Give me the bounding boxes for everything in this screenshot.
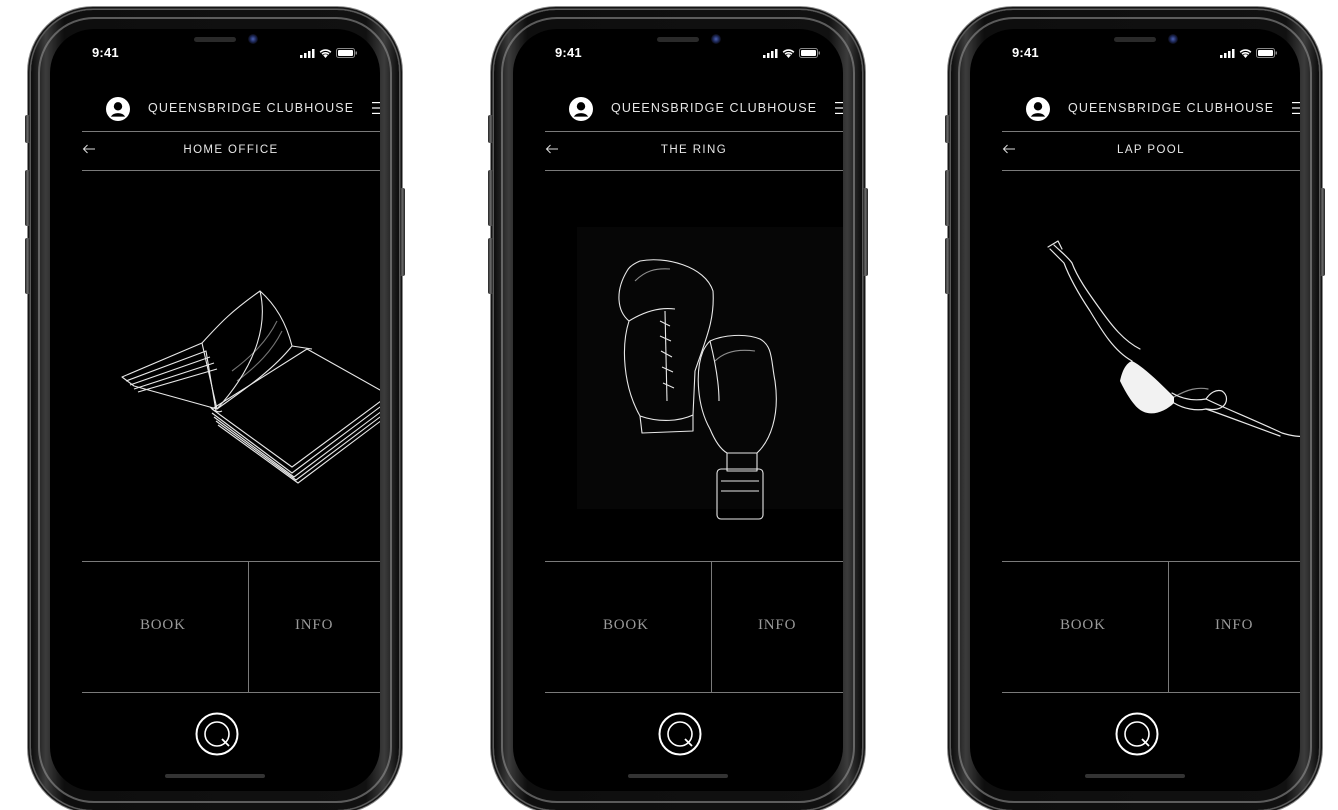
info-label: INFO xyxy=(295,617,334,633)
cellular-signal-icon xyxy=(763,48,778,58)
cellular-signal-icon xyxy=(300,48,315,58)
speaker xyxy=(1114,37,1156,42)
status-time: 9:41 xyxy=(1012,45,1039,60)
mute-switch xyxy=(25,115,30,143)
front-camera xyxy=(1168,34,1178,44)
info-label: INFO xyxy=(758,617,797,633)
phone-lap-pool: 9:41 QUEENSBRIDGE CLUBHOUSE LAP POOL BOO… xyxy=(945,10,1325,810)
wifi-icon xyxy=(319,49,332,58)
app-header: QUEENSBRIDGE CLUBHOUSE xyxy=(82,87,380,132)
power-button xyxy=(863,188,868,276)
status-bar: 9:41 xyxy=(92,45,358,63)
home-indicator[interactable] xyxy=(165,774,265,778)
status-bar: 9:41 xyxy=(555,45,821,63)
speaker xyxy=(657,37,699,42)
mute-switch xyxy=(488,115,493,143)
hamburger-menu-icon[interactable] xyxy=(372,102,380,114)
info-button[interactable]: INFO xyxy=(712,562,843,692)
boxing-gloves-illustration xyxy=(577,227,843,520)
speaker xyxy=(194,37,236,42)
volume-down-button xyxy=(25,238,30,294)
wifi-icon xyxy=(782,49,795,58)
phone-home-office: 9:41 QUEENSBRIDGE CLUBHOUSE HOME OFFICE xyxy=(25,10,405,810)
cellular-signal-icon xyxy=(1220,48,1235,58)
book-button[interactable]: BOOK xyxy=(82,562,248,692)
action-bar: BOOK INFO xyxy=(1002,561,1300,693)
profile-avatar-icon[interactable] xyxy=(106,97,130,121)
hamburger-menu-icon[interactable] xyxy=(1292,102,1300,114)
profile-avatar-icon[interactable] xyxy=(569,97,593,121)
book-button[interactable]: BOOK xyxy=(545,562,711,692)
volume-up-button xyxy=(945,170,950,226)
home-indicator[interactable] xyxy=(628,774,728,778)
section-title: HOME OFFICE xyxy=(183,144,279,156)
mute-switch xyxy=(945,115,950,143)
diver-illustration xyxy=(1047,240,1300,437)
screen: 9:41 QUEENSBRIDGE CLUBHOUSE HOME OFFICE xyxy=(50,29,380,791)
section-header: HOME OFFICE xyxy=(82,132,380,171)
volume-up-button xyxy=(488,170,493,226)
volume-down-button xyxy=(945,238,950,294)
volume-up-button xyxy=(25,170,30,226)
section-title: THE RING xyxy=(660,144,728,156)
info-button[interactable]: INFO xyxy=(249,562,380,692)
power-button xyxy=(1320,188,1325,276)
volume-down-button xyxy=(488,238,493,294)
queensbridge-logo-icon[interactable] xyxy=(1115,712,1159,756)
status-bar: 9:41 xyxy=(1012,45,1278,63)
book-label: BOOK xyxy=(603,617,649,633)
section-header: THE RING xyxy=(545,132,843,171)
section-header: LAP POOL xyxy=(1002,132,1300,171)
power-button xyxy=(400,188,405,276)
hamburger-menu-icon[interactable] xyxy=(835,102,843,114)
app-header: QUEENSBRIDGE CLUBHOUSE xyxy=(545,87,843,132)
profile-avatar-icon[interactable] xyxy=(1026,97,1050,121)
section-title: LAP POOL xyxy=(1117,144,1185,156)
club-name: QUEENSBRIDGE CLUBHOUSE xyxy=(611,101,818,115)
screen: 9:41 QUEENSBRIDGE CLUBHOUSE THE RING BOO… xyxy=(513,29,843,791)
queensbridge-logo-icon[interactable] xyxy=(658,712,702,756)
phone-the-ring: 9:41 QUEENSBRIDGE CLUBHOUSE THE RING BOO… xyxy=(488,10,868,810)
status-time: 9:41 xyxy=(555,45,582,60)
battery-icon xyxy=(799,48,820,58)
battery-icon xyxy=(336,48,357,58)
app-header: QUEENSBRIDGE CLUBHOUSE xyxy=(1002,87,1300,132)
club-name: QUEENSBRIDGE CLUBHOUSE xyxy=(148,101,355,115)
queensbridge-logo-icon[interactable] xyxy=(195,712,239,756)
info-button[interactable]: INFO xyxy=(1169,562,1300,692)
screen: 9:41 QUEENSBRIDGE CLUBHOUSE LAP POOL BOO… xyxy=(970,29,1300,791)
front-camera xyxy=(711,34,721,44)
status-time: 9:41 xyxy=(92,45,119,60)
open-book-illustration xyxy=(121,290,380,484)
front-camera xyxy=(248,34,258,44)
book-label: BOOK xyxy=(1060,617,1106,633)
home-indicator[interactable] xyxy=(1085,774,1185,778)
info-label: INFO xyxy=(1215,617,1254,633)
book-button[interactable]: BOOK xyxy=(1002,562,1168,692)
club-name: QUEENSBRIDGE CLUBHOUSE xyxy=(1068,101,1275,115)
action-bar: BOOK INFO xyxy=(545,561,843,693)
book-label: BOOK xyxy=(140,617,186,633)
battery-icon xyxy=(1256,48,1277,58)
action-bar: BOOK INFO xyxy=(82,561,380,693)
wifi-icon xyxy=(1239,49,1252,58)
